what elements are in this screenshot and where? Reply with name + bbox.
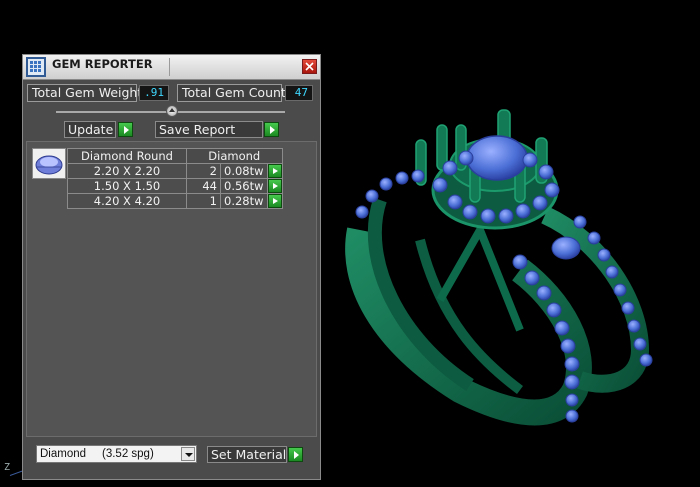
gem-table: Diamond Round Diamond 2.20 X 2.20 2 0.08…	[67, 148, 283, 209]
row-select-play-icon[interactable]	[267, 179, 282, 193]
row-weight: 0.56tw	[220, 178, 268, 194]
update-label: Update	[68, 122, 114, 137]
panel-title: GEM REPORTER	[52, 57, 153, 71]
row-select-play-icon[interactable]	[267, 164, 282, 178]
save-report-play-icon[interactable]	[264, 122, 279, 137]
save-report-button[interactable]: Save Report	[155, 121, 263, 138]
collapse-handle[interactable]	[166, 105, 178, 117]
set-material-button[interactable]: Set Material	[207, 446, 287, 463]
total-gem-weight-value: .91	[139, 85, 169, 101]
close-icon	[305, 62, 314, 71]
gem-reporter-panel: GEM REPORTER Total Gem Weight .91 Total …	[22, 54, 321, 480]
header-material: Diamond	[186, 148, 283, 164]
titlebar[interactable]: GEM REPORTER	[23, 55, 320, 80]
row-count: 1	[186, 193, 221, 209]
close-button[interactable]	[302, 59, 317, 74]
total-gem-count-value: 47	[285, 85, 313, 101]
save-report-label: Save Report	[159, 122, 236, 137]
gem-reporter-icon	[26, 57, 46, 77]
row-select-play-icon[interactable]	[267, 194, 282, 208]
row-weight: 0.28tw	[220, 193, 268, 209]
title-divider	[169, 58, 170, 76]
set-material-label: Set Material	[211, 447, 287, 462]
z-axis-label: Z	[4, 462, 11, 473]
set-material-play-icon[interactable]	[288, 447, 303, 462]
row-weight: 0.08tw	[220, 163, 268, 179]
material-select-value: Diamond (3.52 spg)	[40, 448, 154, 460]
table-row[interactable]: 2.20 X 2.20 2 0.08tw	[67, 163, 283, 179]
total-gem-count-label: Total Gem Count	[177, 84, 286, 102]
update-button[interactable]: Update	[64, 121, 116, 138]
chevron-down-icon[interactable]	[181, 447, 195, 461]
row-size: 1.50 X 1.50	[67, 178, 187, 194]
table-row[interactable]: 4.20 X 4.20 1 0.28tw	[67, 193, 283, 209]
row-count: 44	[186, 178, 221, 194]
table-row[interactable]: 1.50 X 1.50 44 0.56tw	[67, 178, 283, 194]
material-select[interactable]: Diamond (3.52 spg)	[36, 445, 197, 463]
update-play-icon[interactable]	[118, 122, 133, 137]
round-diamond-icon	[33, 149, 65, 178]
row-size: 4.20 X 4.20	[67, 193, 187, 209]
header-shape: Diamond Round	[67, 148, 187, 164]
table-header-row: Diamond Round Diamond	[67, 148, 283, 164]
row-count: 2	[186, 163, 221, 179]
row-size: 2.20 X 2.20	[67, 163, 187, 179]
total-gem-weight-label: Total Gem Weight	[27, 84, 142, 102]
gem-thumbnail[interactable]	[32, 148, 66, 179]
